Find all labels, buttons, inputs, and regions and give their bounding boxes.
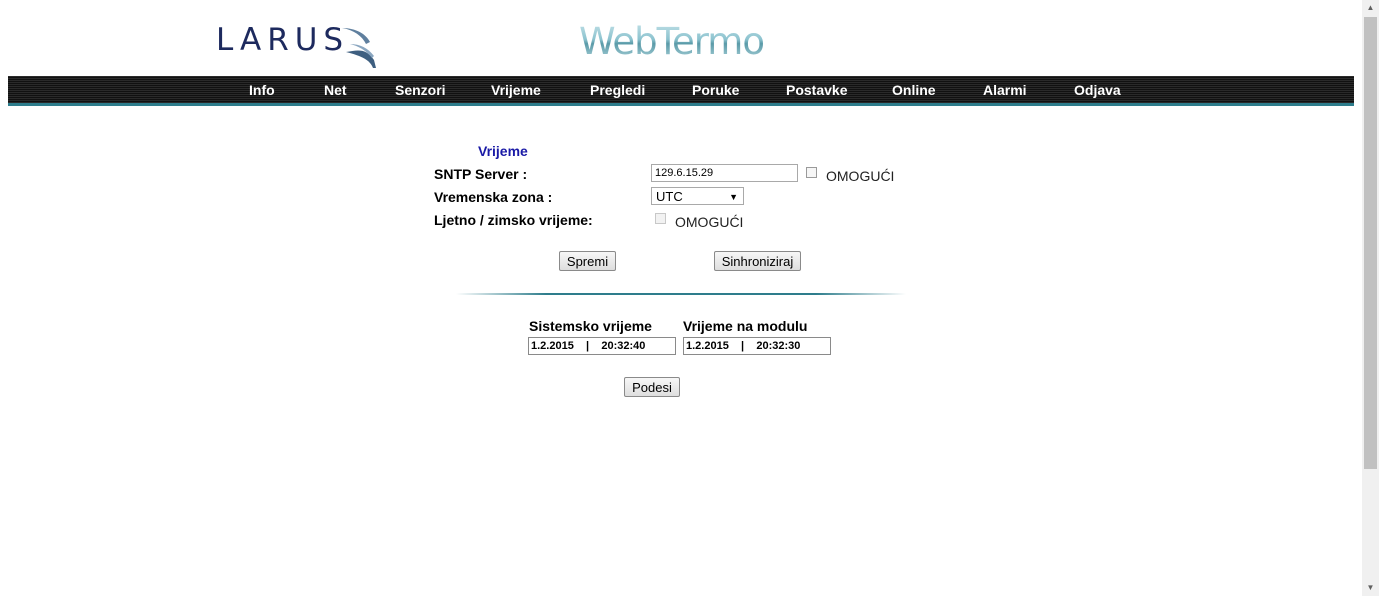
dst-enable-checkbox[interactable] xyxy=(655,213,666,224)
nav-senzori[interactable]: Senzori xyxy=(395,82,446,98)
nav-info[interactable]: Info xyxy=(249,82,275,98)
webtermo-logo-termo: Termo xyxy=(656,20,765,63)
timezone-selected-value: UTC xyxy=(656,189,683,204)
sync-button[interactable]: Sinhroniziraj xyxy=(714,251,801,271)
main-nav: Info Net Senzori Vrijeme Pregledi Poruke… xyxy=(8,76,1354,106)
dst-label: Ljetno / zimsko vrijeme: xyxy=(434,212,593,228)
system-time-field[interactable]: 1.2.2015 | 20:32:40 xyxy=(528,337,676,355)
section-title: Vrijeme xyxy=(478,143,528,159)
module-time-field[interactable]: 1.2.2015 | 20:32:30 xyxy=(683,337,831,355)
scroll-down-arrow-icon[interactable]: ▼ xyxy=(1362,580,1379,596)
webtermo-logo-web: Web xyxy=(579,20,658,63)
scroll-up-arrow-icon[interactable]: ▲ xyxy=(1362,0,1379,16)
sntp-server-input[interactable] xyxy=(651,164,798,182)
section-divider xyxy=(456,293,906,295)
larus-bird-icon xyxy=(342,28,376,68)
set-time-button[interactable]: Podesi xyxy=(624,377,680,397)
nav-net[interactable]: Net xyxy=(324,82,347,98)
sntp-server-label: SNTP Server : xyxy=(434,166,528,182)
sntp-enable-checkbox[interactable] xyxy=(806,167,817,178)
nav-pregledi[interactable]: Pregledi xyxy=(590,82,645,98)
webtermo-logo: WebTermo xyxy=(579,20,765,63)
nav-online[interactable]: Online xyxy=(892,82,936,98)
save-button[interactable]: Spremi xyxy=(559,251,616,271)
nav-odjava[interactable]: Odjava xyxy=(1074,82,1121,98)
timezone-select[interactable]: UTC ▼ xyxy=(651,187,744,205)
module-time-label: Vrijeme na modulu xyxy=(683,318,808,334)
sntp-enable-label: OMOGUĆI xyxy=(826,168,895,184)
dropdown-arrow-icon: ▼ xyxy=(729,192,738,202)
nav-vrijeme[interactable]: Vrijeme xyxy=(491,82,541,98)
nav-postavke[interactable]: Postavke xyxy=(786,82,847,98)
larus-logo-text: LARUS xyxy=(216,22,350,58)
scroll-thumb[interactable] xyxy=(1364,17,1377,469)
system-time-label: Sistemsko vrijeme xyxy=(529,318,652,334)
timezone-label: Vremenska zona : xyxy=(434,189,553,205)
nav-poruke[interactable]: Poruke xyxy=(692,82,739,98)
nav-alarmi[interactable]: Alarmi xyxy=(983,82,1027,98)
vertical-scrollbar[interactable]: ▲ ▼ xyxy=(1362,0,1379,596)
dst-enable-label: OMOGUĆI xyxy=(675,214,744,230)
